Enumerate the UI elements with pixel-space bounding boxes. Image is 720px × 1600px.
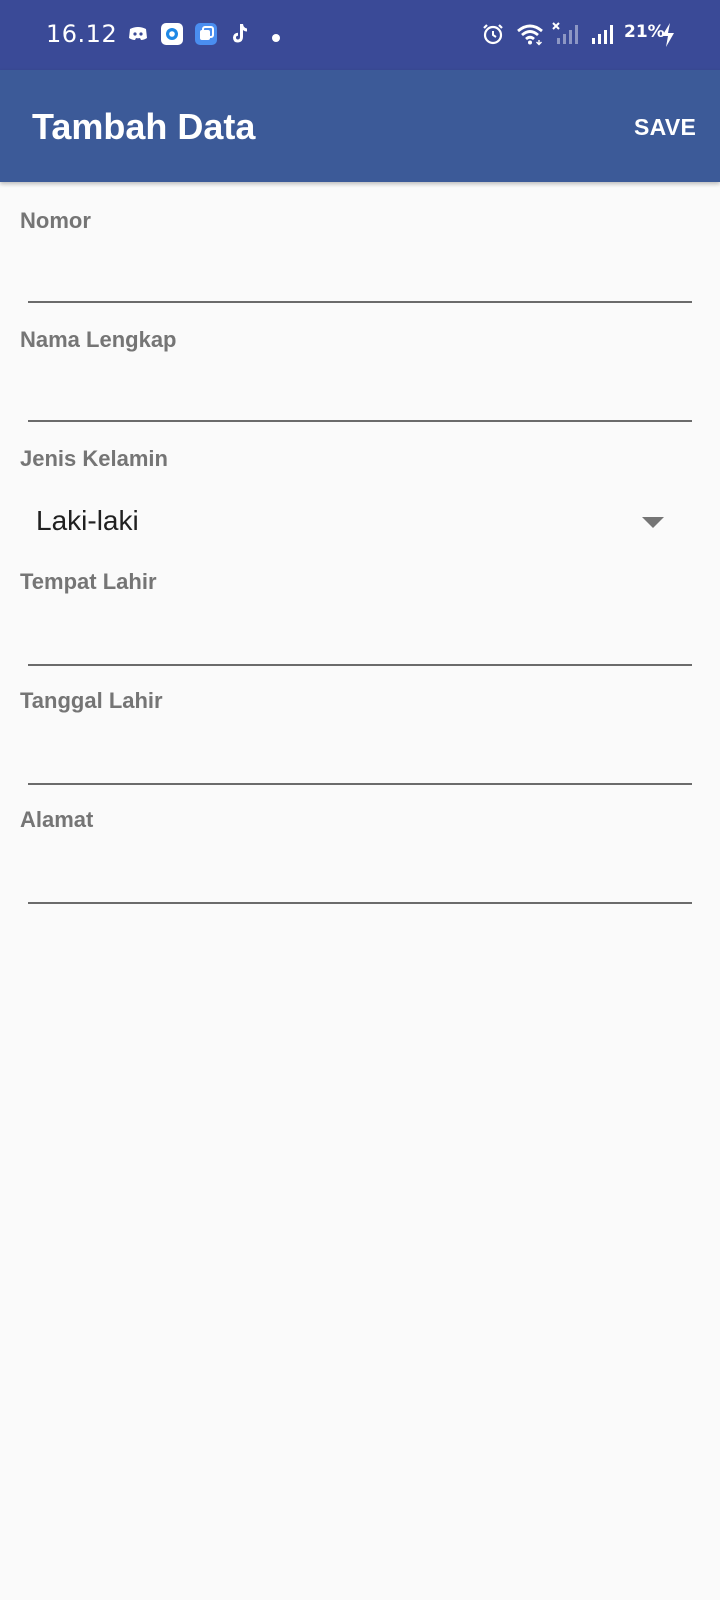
tanggal-lahir-label: Tanggal Lahir bbox=[20, 688, 163, 713]
wifi-icon bbox=[516, 22, 544, 51]
jenis-kelamin-dropdown[interactable]: Laki-laki bbox=[20, 495, 692, 547]
signal-sim2-icon bbox=[590, 22, 618, 51]
dropdown-arrow-icon bbox=[642, 517, 664, 528]
page-title: Tambah Data bbox=[32, 106, 256, 147]
tempat-lahir-input[interactable] bbox=[28, 606, 692, 666]
multitask-app-icon bbox=[194, 22, 218, 51]
circle-app-icon bbox=[160, 22, 184, 51]
nama-lengkap-input[interactable] bbox=[28, 362, 692, 422]
battery-percent: 21% bbox=[624, 22, 665, 42]
nomor-label: Nomor bbox=[20, 208, 91, 233]
nomor-input[interactable] bbox=[28, 243, 692, 303]
nama-lengkap-label: Nama Lengkap bbox=[20, 327, 177, 352]
tempat-lahir-label: Tempat Lahir bbox=[20, 569, 157, 594]
charging-icon bbox=[660, 22, 676, 53]
alamat-label: Alamat bbox=[20, 807, 94, 832]
notification-dot-icon bbox=[271, 30, 281, 48]
jenis-kelamin-selected: Laki-laki bbox=[36, 505, 139, 536]
tiktok-icon bbox=[228, 22, 250, 51]
alamat-input[interactable] bbox=[28, 844, 692, 904]
status-time: 16.12 bbox=[46, 20, 118, 48]
jenis-kelamin-label: Jenis Kelamin bbox=[20, 446, 168, 471]
tanggal-lahir-input[interactable] bbox=[28, 725, 692, 785]
discord-icon bbox=[126, 22, 150, 51]
alarm-icon bbox=[481, 22, 505, 51]
signal-sim1-disabled-icon bbox=[552, 22, 580, 51]
app-bar: Tambah Data SAVE bbox=[0, 70, 720, 182]
status-bar: 16.12 21% bbox=[0, 0, 720, 70]
save-button[interactable]: SAVE bbox=[634, 114, 696, 141]
